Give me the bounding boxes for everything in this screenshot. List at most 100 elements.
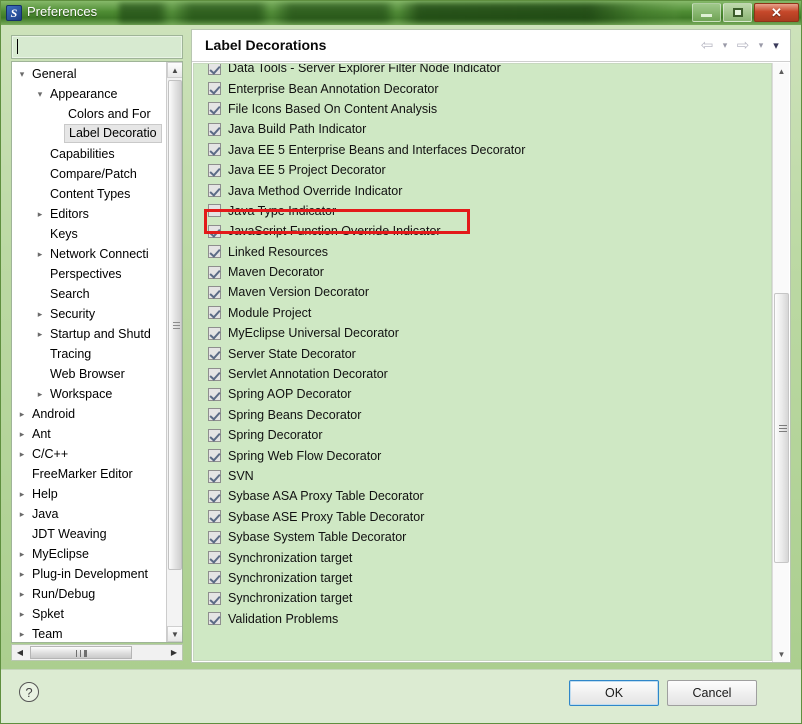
decoration-checkbox[interactable]: [208, 82, 221, 96]
tree-item[interactable]: Perspectives: [12, 264, 167, 284]
scroll-down-icon[interactable]: ▼: [773, 646, 790, 662]
tree-item[interactable]: Search: [12, 284, 167, 304]
decoration-row[interactable]: Sybase System Table Decorator: [194, 527, 771, 547]
tree-item[interactable]: ▾ General: [12, 64, 167, 84]
decoration-checkbox[interactable]: [208, 102, 221, 116]
scroll-up-icon[interactable]: ▲: [773, 63, 790, 79]
decoration-checkbox[interactable]: [208, 551, 221, 565]
decorations-list[interactable]: Data Tools - Server Explorer Filter Node…: [193, 63, 772, 661]
decoration-checkbox[interactable]: [208, 449, 221, 463]
decoration-checkbox[interactable]: [208, 367, 221, 381]
ok-button[interactable]: OK: [569, 680, 659, 706]
decoration-row[interactable]: Java Method Override Indicator: [194, 180, 771, 200]
decoration-row[interactable]: Linked Resources: [194, 242, 771, 262]
tree-collapse-arrow-icon[interactable]: ▸: [34, 324, 46, 344]
decoration-checkbox[interactable]: [208, 285, 221, 299]
decoration-checkbox[interactable]: [208, 306, 221, 320]
decoration-row[interactable]: Synchronization target: [194, 568, 771, 588]
filter-input[interactable]: [11, 35, 183, 59]
tree-item[interactable]: Content Types: [12, 184, 167, 204]
minimize-button[interactable]: [692, 3, 721, 22]
decoration-checkbox[interactable]: [208, 510, 221, 524]
decoration-row[interactable]: Sybase ASA Proxy Table Decorator: [194, 486, 771, 506]
tree-item[interactable]: ▸ Team: [12, 624, 167, 642]
tree-item[interactable]: Compare/Patch: [12, 164, 167, 184]
scroll-down-icon[interactable]: ▼: [167, 626, 182, 642]
decoration-row[interactable]: MyEclipse Universal Decorator: [194, 323, 771, 343]
tree-item[interactable]: ▸ Run/Debug: [12, 584, 167, 604]
content-vertical-scrollbar[interactable]: ▲ ▼: [772, 63, 789, 662]
tree-collapse-arrow-icon[interactable]: ▸: [16, 504, 28, 524]
decoration-row[interactable]: Spring Beans Decorator: [194, 405, 771, 425]
decoration-checkbox[interactable]: [208, 143, 221, 157]
preferences-tree[interactable]: ▾ General ▾ Appearance Colors and For Label D…: [11, 61, 183, 643]
tree-expand-arrow-icon[interactable]: ▾: [16, 64, 28, 84]
scroll-left-icon[interactable]: ◀: [12, 645, 28, 660]
decoration-row[interactable]: Java Type Indicator: [194, 201, 771, 221]
tree-collapse-arrow-icon[interactable]: ▸: [16, 424, 28, 444]
tree-item[interactable]: Label Decoratio: [12, 124, 167, 144]
decoration-row[interactable]: Server State Decorator: [194, 343, 771, 363]
decoration-checkbox[interactable]: [208, 387, 221, 401]
decoration-row[interactable]: Synchronization target: [194, 547, 771, 567]
decoration-checkbox[interactable]: [208, 530, 221, 544]
tree-collapse-arrow-icon[interactable]: ▸: [34, 304, 46, 324]
tree-expand-arrow-icon[interactable]: ▾: [34, 84, 46, 104]
tree-collapse-arrow-icon[interactable]: ▸: [16, 584, 28, 604]
decoration-checkbox[interactable]: [208, 245, 221, 259]
tree-vertical-scrollbar[interactable]: ▲ ▼: [166, 62, 182, 642]
view-menu-chevron-down-icon[interactable]: ▾: [770, 36, 782, 54]
tree-collapse-arrow-icon[interactable]: ▸: [34, 384, 46, 404]
decoration-checkbox[interactable]: [208, 612, 221, 626]
scroll-right-icon[interactable]: ▶: [166, 645, 182, 660]
close-button[interactable]: ✕: [754, 3, 799, 22]
tree-collapse-arrow-icon[interactable]: ▸: [16, 624, 28, 642]
tree-item[interactable]: Keys: [12, 224, 167, 244]
tree-collapse-arrow-icon[interactable]: ▸: [16, 544, 28, 564]
tree-collapse-arrow-icon[interactable]: ▸: [16, 604, 28, 624]
decoration-checkbox[interactable]: [208, 408, 221, 422]
tree-horizontal-scrollbar[interactable]: ◀ ▶: [11, 644, 183, 661]
tree-item[interactable]: ▸ Network Connecti: [12, 244, 167, 264]
tree-item[interactable]: ▸ Java: [12, 504, 167, 524]
tree-item[interactable]: JDT Weaving: [12, 524, 167, 544]
forward-menu-chevron-down-icon[interactable]: ▾: [755, 36, 767, 54]
tree-item[interactable]: ▸ Security: [12, 304, 167, 324]
decoration-row[interactable]: Spring AOP Decorator: [194, 384, 771, 404]
decoration-row[interactable]: File Icons Based On Content Analysis: [194, 99, 771, 119]
decoration-checkbox[interactable]: [208, 224, 221, 238]
tree-collapse-arrow-icon[interactable]: ▸: [16, 444, 28, 464]
decoration-checkbox[interactable]: [208, 489, 221, 503]
decoration-row[interactable]: SVN: [194, 466, 771, 486]
decoration-row[interactable]: Java EE 5 Project Decorator: [194, 160, 771, 180]
tree-item[interactable]: ▾ Appearance: [12, 84, 167, 104]
back-menu-chevron-down-icon[interactable]: ▾: [719, 36, 731, 54]
tree-item[interactable]: Colors and For: [12, 104, 167, 124]
tree-item[interactable]: ▸ Android: [12, 404, 167, 424]
decoration-row[interactable]: Java EE 5 Enterprise Beans and Interface…: [194, 140, 771, 160]
tree-item[interactable]: ▸ Ant: [12, 424, 167, 444]
tree-item[interactable]: ▸ Help: [12, 484, 167, 504]
decoration-row[interactable]: Module Project: [194, 303, 771, 323]
tree-collapse-arrow-icon[interactable]: ▸: [16, 484, 28, 504]
tree-collapse-arrow-icon[interactable]: ▸: [16, 404, 28, 424]
tree-collapse-arrow-icon[interactable]: ▸: [34, 244, 46, 264]
help-icon[interactable]: ?: [19, 682, 39, 702]
decoration-row[interactable]: Spring Web Flow Decorator: [194, 445, 771, 465]
tree-item[interactable]: ▸ Editors: [12, 204, 167, 224]
decoration-checkbox[interactable]: [208, 204, 221, 218]
decoration-checkbox[interactable]: [208, 122, 221, 136]
scroll-up-icon[interactable]: ▲: [167, 62, 182, 78]
decoration-row[interactable]: Maven Decorator: [194, 262, 771, 282]
content-scroll-thumb[interactable]: [774, 293, 789, 563]
decoration-row[interactable]: JavaScript Function Override Indicator: [194, 221, 771, 241]
tree-collapse-arrow-icon[interactable]: ▸: [16, 564, 28, 584]
decoration-checkbox[interactable]: [208, 428, 221, 442]
tree-item[interactable]: ▸ Plug-in Development: [12, 564, 167, 584]
decoration-checkbox[interactable]: [208, 265, 221, 279]
decoration-row[interactable]: Synchronization target: [194, 588, 771, 608]
decoration-checkbox[interactable]: [208, 64, 221, 75]
tree-item[interactable]: ▸ Startup and Shutd: [12, 324, 167, 344]
decoration-row[interactable]: Spring Decorator: [194, 425, 771, 445]
tree-item[interactable]: ▸ Workspace: [12, 384, 167, 404]
